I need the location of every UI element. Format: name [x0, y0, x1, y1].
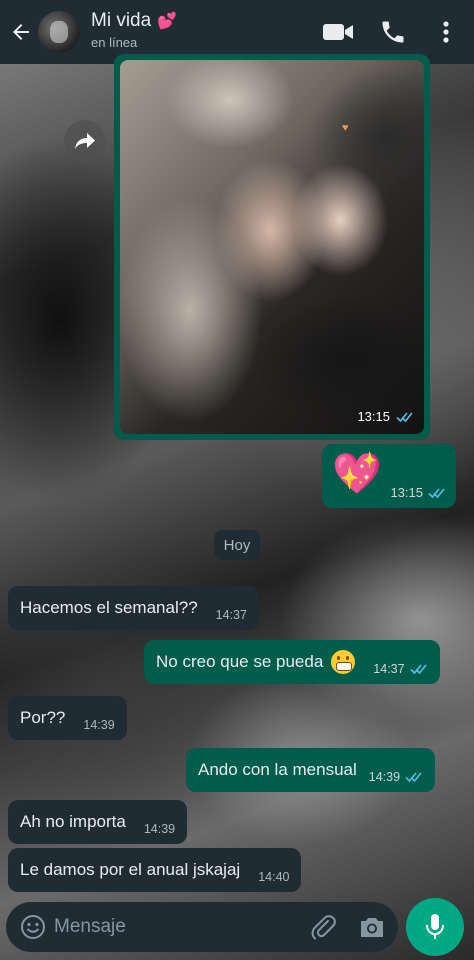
attach-icon[interactable] — [310, 914, 338, 942]
voice-call-icon[interactable] — [379, 18, 407, 46]
message-time: 14:39 — [368, 770, 401, 784]
message-text: No creo que se pueda — [156, 652, 324, 671]
emoji-message-time: 13:15 — [390, 485, 423, 500]
message-incoming[interactable]: Ah no importa 14:39 — [8, 800, 188, 844]
message-input[interactable] — [54, 910, 294, 944]
contact-name: Mi vida — [91, 10, 152, 31]
camera-icon[interactable] — [358, 914, 386, 940]
message-time: 14:40 — [258, 870, 290, 884]
contact-info[interactable]: Mi vida 💕 en línea — [91, 10, 177, 50]
message-text: Hacemos el semanal?? — [20, 598, 198, 617]
date-divider: Hoy — [214, 530, 260, 560]
message-incoming[interactable]: Hacemos el semanal?? 14:37 — [8, 586, 259, 630]
read-ticks-icon — [410, 664, 427, 675]
message-incoming[interactable]: Le damos por el anual jskajaj 14:40 — [8, 848, 302, 892]
forward-button[interactable] — [64, 120, 106, 162]
message-time: 14:39 — [143, 822, 176, 836]
message-time: 14:39 — [83, 718, 115, 732]
forward-icon — [75, 133, 95, 149]
image-message[interactable]: ♥ 13:15 — [114, 54, 430, 440]
message-composer — [6, 902, 398, 952]
emoji-message[interactable]: 💖 13:15 — [322, 444, 456, 508]
message-text: Le damos por el anual jskajaj — [20, 860, 241, 879]
image-message-time: 13:15 — [357, 409, 390, 424]
video-call-icon[interactable] — [322, 18, 354, 46]
contact-name-row: Mi vida 💕 — [91, 10, 177, 32]
voice-message-button[interactable] — [406, 898, 464, 956]
back-arrow-icon[interactable] — [8, 20, 34, 44]
read-ticks-icon — [396, 411, 413, 422]
emoji-icon[interactable] — [20, 914, 46, 940]
shared-photo[interactable]: ♥ 13:15 — [120, 60, 424, 434]
message-time: 14:37 — [373, 662, 405, 676]
message-outgoing[interactable]: No creo que se pueda 14:37 — [144, 640, 440, 684]
image-message-meta: 13:15 — [357, 409, 414, 424]
contact-avatar[interactable] — [38, 11, 80, 53]
sparkling-heart-emoji: 💖 — [332, 452, 382, 496]
grimacing-face-emoji — [331, 650, 356, 674]
message-text: Por?? — [20, 708, 66, 727]
message-incoming[interactable]: Por?? 14:39 — [8, 696, 127, 740]
more-options-icon[interactable] — [438, 18, 454, 46]
message-outgoing[interactable]: Ando con la mensual 14:39 — [186, 748, 436, 792]
emoji-message-meta: 13:15 — [390, 485, 446, 500]
contact-status: en línea — [91, 35, 138, 50]
message-time: 14:37 — [215, 608, 247, 622]
message-text: Ah no importa — [20, 812, 126, 831]
read-ticks-icon — [428, 487, 445, 498]
contact-name-emoji: 💕 — [157, 13, 178, 30]
read-ticks-icon — [405, 772, 422, 783]
photo-heart-decoration: ♥ — [342, 122, 349, 134]
mic-icon — [426, 914, 444, 939]
message-text: Ando con la mensual — [198, 760, 357, 779]
